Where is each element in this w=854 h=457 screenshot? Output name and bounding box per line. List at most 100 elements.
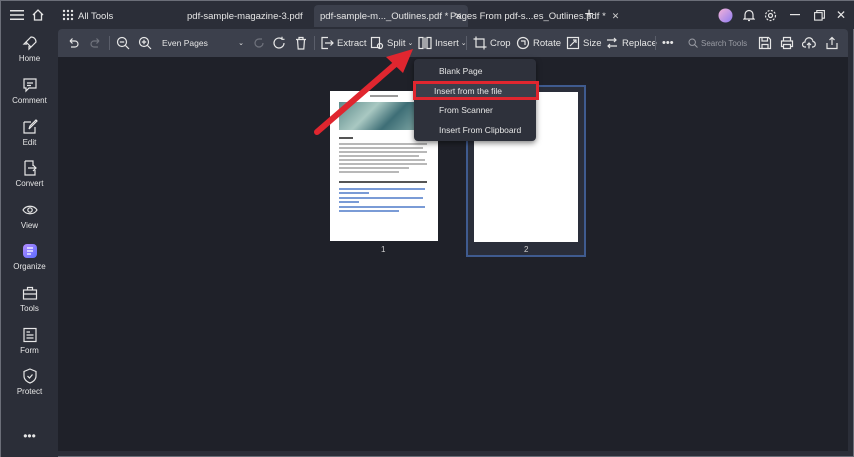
menu-item-label: Insert from the file	[434, 85, 503, 96]
sidebar-item-label: Edit	[22, 138, 37, 147]
menu-item-insert-from-clipboard[interactable]: Insert From Clipboard	[414, 121, 536, 139]
extract-icon	[321, 36, 334, 50]
hamburger-menu-icon[interactable]	[7, 5, 27, 25]
zoom-in-icon[interactable]	[138, 34, 155, 52]
page-filter-value: Even Pages	[162, 38, 208, 48]
text-line	[339, 159, 425, 161]
edit-icon	[22, 119, 38, 134]
share-icon[interactable]	[825, 34, 842, 52]
split-button[interactable]: Split ⌄	[370, 34, 413, 52]
page-number-1: 1	[381, 245, 386, 254]
form-icon	[22, 327, 37, 343]
sidebar-item-tools[interactable]: Tools	[1, 285, 58, 325]
insert-button[interactable]: Insert ⌄	[418, 34, 467, 52]
insert-icon	[418, 36, 432, 50]
text-line	[339, 171, 399, 173]
rocket-icon	[22, 36, 37, 51]
delete-icon[interactable]	[294, 34, 311, 52]
sidebar-item-comment[interactable]: Comment	[1, 77, 58, 117]
menu-item-label: Blank Page	[439, 66, 483, 76]
sidebar-item-view[interactable]: View	[1, 202, 58, 242]
crop-icon	[473, 36, 487, 50]
reverse-icon[interactable]	[252, 34, 269, 52]
text-line	[339, 163, 427, 165]
chevron-down-icon: ⌄	[407, 40, 414, 47]
thumbnail-heading	[370, 95, 398, 97]
sidebar-item-label: Home	[18, 54, 41, 63]
sidebar-item-convert[interactable]: Convert	[1, 160, 58, 200]
close-window-icon[interactable]: ✕	[831, 5, 851, 25]
cloud-upload-icon[interactable]	[802, 34, 819, 52]
organize-icon	[22, 244, 37, 258]
link-line	[339, 192, 369, 194]
sidebar-item-edit[interactable]: Edit	[1, 119, 58, 159]
sidebar-item-label: Convert	[15, 179, 44, 188]
link-line	[339, 188, 425, 190]
crop-label: Crop	[490, 37, 511, 49]
size-button[interactable]: Size	[566, 34, 601, 52]
insert-label: Insert	[435, 37, 459, 49]
chevron-down-icon: ⌄	[238, 40, 244, 47]
sidebar-item-home[interactable]: Home	[1, 35, 58, 75]
refresh-icon[interactable]	[272, 34, 289, 52]
split-icon	[370, 36, 384, 50]
replace-label: Replace	[622, 37, 657, 49]
crop-button[interactable]: Crop	[473, 34, 511, 52]
sidebar-item-organize[interactable]: Organize	[1, 243, 58, 283]
rotate-button[interactable]: Rotate	[516, 34, 561, 52]
convert-icon	[23, 160, 37, 176]
restore-icon[interactable]	[809, 5, 829, 25]
comment-icon	[22, 78, 37, 93]
text-line	[339, 155, 419, 157]
divider	[466, 36, 467, 50]
save-icon[interactable]	[758, 34, 775, 52]
sidebar-item-protect[interactable]: Protect	[1, 368, 58, 408]
page-number-2: 2	[524, 245, 529, 254]
organize-toolbar: Even Pages ⌄ Extract Split ⌄ Insert ⌄ Cr…	[58, 29, 848, 57]
bell-icon[interactable]	[739, 5, 759, 25]
replace-button[interactable]: Replace	[605, 34, 657, 52]
more-tools-icon[interactable]: •••	[662, 34, 674, 52]
new-tab-plus-icon[interactable]: +	[579, 5, 599, 25]
replace-icon	[607, 37, 617, 49]
redo-icon[interactable]	[89, 34, 106, 52]
sidebar-item-form[interactable]: Form	[1, 327, 58, 367]
menu-item-blank-page[interactable]: Blank Page	[414, 62, 536, 80]
app-window: All Tools pdf-sample-magazine-3.pdf pdf-…	[0, 0, 854, 457]
text-line	[339, 151, 427, 153]
undo-icon[interactable]	[66, 34, 83, 52]
all-tools-grid-icon[interactable]	[58, 5, 78, 25]
menu-item-from-scanner[interactable]: From Scanner	[414, 101, 536, 119]
divider	[655, 36, 656, 50]
rotate-icon	[516, 36, 530, 50]
print-icon[interactable]	[780, 34, 797, 52]
zoom-out-icon[interactable]	[116, 34, 133, 52]
search-placeholder: Search Tools	[701, 38, 748, 48]
tab-document-2[interactable]: pdf-sample-m..._Outlines.pdf * ✕	[314, 5, 468, 27]
minimize-icon[interactable]	[785, 5, 805, 25]
more-options-icon[interactable]: •••	[1, 429, 58, 443]
menu-item-label: Insert From Clipboard	[439, 125, 522, 135]
toolbox-icon	[22, 286, 37, 300]
sidebar-item-label: Form	[20, 346, 39, 355]
link-line	[339, 197, 423, 199]
sidebar-item-label: Protect	[16, 387, 43, 396]
sidebar-item-label: View	[20, 221, 39, 230]
menu-item-insert-from-file[interactable]: Insert from the file	[413, 81, 539, 100]
close-icon[interactable]: ✕	[612, 11, 620, 22]
gear-icon[interactable]	[760, 5, 780, 25]
home-icon[interactable]	[28, 5, 48, 25]
tab-document-1[interactable]: pdf-sample-magazine-3.pdf	[187, 5, 303, 27]
page-filter-select[interactable]: Even Pages ⌄	[158, 34, 248, 52]
sidebar-item-label: Tools	[20, 304, 39, 313]
avatar[interactable]	[715, 5, 735, 25]
sidebar-item-label: Organize	[13, 262, 46, 271]
text-line	[339, 167, 409, 169]
link-line	[339, 201, 359, 203]
search-tools-input[interactable]: Search Tools	[688, 34, 748, 52]
all-tools-button[interactable]: All Tools	[78, 5, 113, 27]
text-line	[339, 181, 427, 183]
text-line	[339, 143, 427, 145]
extract-button[interactable]: Extract	[320, 34, 367, 52]
extract-label: Extract	[337, 37, 367, 49]
